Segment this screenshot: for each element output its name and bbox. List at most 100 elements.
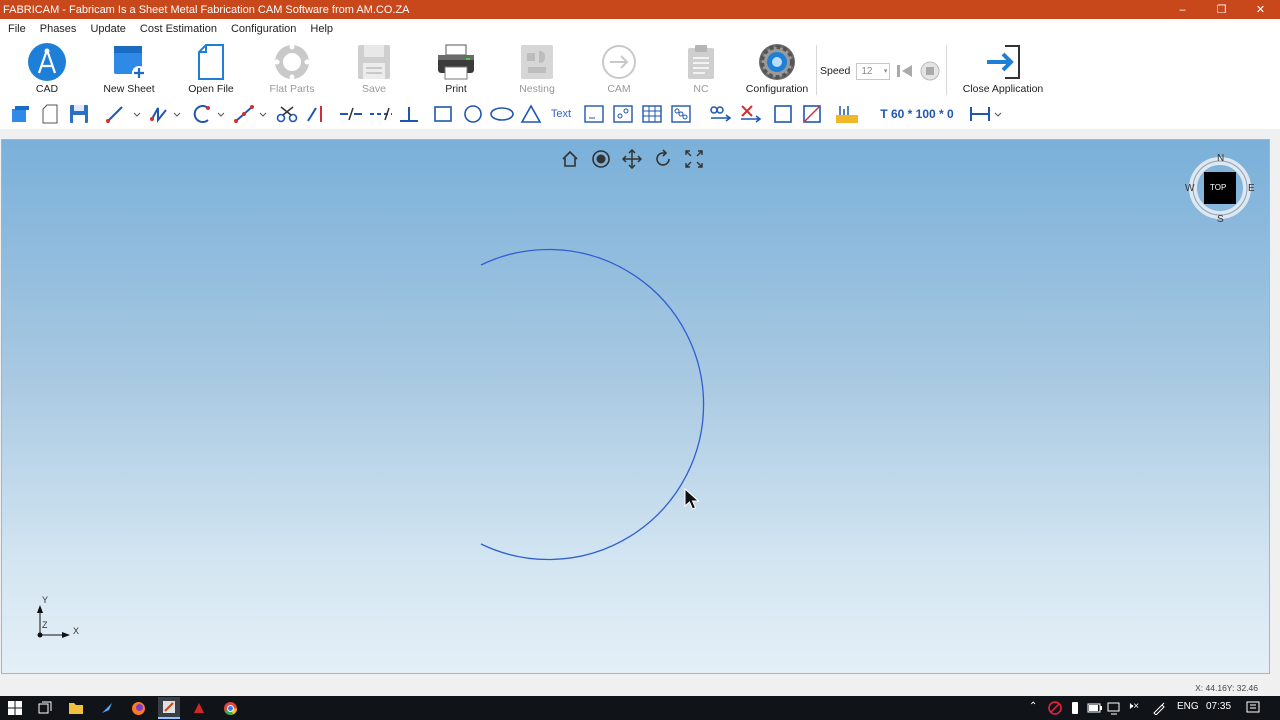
move-icon[interactable] [708, 103, 734, 125]
window-title: FABRICAM - Fabricam Is a Sheet Metal Fab… [3, 3, 410, 16]
security-tray-icon[interactable] [1046, 699, 1064, 717]
mouse-cursor-icon [684, 487, 700, 510]
sheet-dimensions[interactable]: T 60 * 100 * 0 [874, 103, 960, 125]
flat-parts-label: Flat Parts [269, 83, 315, 95]
circle-tool-icon[interactable] [461, 103, 485, 125]
spline-tool-icon[interactable] [232, 103, 270, 125]
close-application-label: Close Application [962, 83, 1044, 95]
firefox-icon[interactable] [129, 699, 147, 717]
ribbon: CAD New Sheet Open File Flat Parts Save … [0, 39, 1280, 99]
frame-icon[interactable] [583, 103, 605, 125]
compass-north: N [1217, 153, 1225, 164]
fabricam-taskbar-icon[interactable] [158, 697, 180, 719]
menu-configuration[interactable]: Configuration [225, 23, 302, 35]
extend-tool-icon[interactable] [304, 103, 326, 125]
grid-array-icon[interactable] [641, 103, 663, 125]
configuration-button[interactable]: Configuration [741, 41, 813, 97]
usb-tray-icon[interactable] [1066, 699, 1084, 717]
new-sheet-icon [114, 46, 146, 80]
configuration-label: Configuration [745, 83, 809, 95]
stop-icon[interactable] [920, 61, 940, 81]
close-window-button[interactable]: ✕ [1241, 0, 1280, 19]
axis-z-label: Z [42, 620, 48, 630]
dash-line-icon[interactable] [368, 103, 394, 125]
view-top-label[interactable]: TOP [1210, 183, 1226, 192]
menu-help[interactable]: Help [304, 23, 339, 35]
file-icon [198, 44, 224, 80]
status-bar: X: 44.16Y: 32.46 [0, 675, 1280, 696]
menu-file[interactable]: File [2, 23, 32, 35]
new-sheet-button[interactable]: New Sheet [93, 41, 165, 97]
nc-button[interactable]: NC [665, 41, 737, 97]
arc-entity[interactable] [480, 248, 705, 561]
layers-icon[interactable] [10, 103, 30, 125]
cam-button[interactable]: CAM [583, 41, 655, 97]
delete-move-icon[interactable] [738, 103, 764, 125]
cad-viewport[interactable]: N S E W TOP Y Z X [1, 139, 1270, 674]
perpendicular-icon[interactable] [398, 103, 420, 125]
view-cube-compass[interactable]: N S E W TOP [1184, 152, 1256, 225]
open-file-small-icon[interactable] [40, 103, 60, 125]
rectangle-tool-icon[interactable] [432, 103, 454, 125]
pdf-app-icon[interactable] [190, 699, 208, 717]
file-explorer-icon[interactable] [67, 699, 85, 717]
close-application-button[interactable]: Close Application [962, 41, 1044, 97]
axis-y-label: Y [42, 595, 49, 605]
flat-parts-button[interactable]: Flat Parts [256, 41, 328, 97]
cad-label: CAD [35, 83, 59, 95]
speed-select[interactable]: 12 ▾ [856, 62, 891, 80]
cam-label: CAM [607, 83, 631, 95]
battery-tray-icon[interactable] [1086, 699, 1104, 717]
cursor-coordinates: X: 44.16Y: 32.46 [1195, 683, 1258, 693]
polyline-tool-icon[interactable] [148, 103, 186, 125]
menu-update[interactable]: Update [84, 23, 131, 35]
triangle-tool-icon[interactable] [519, 103, 543, 125]
compass-east: E [1248, 183, 1255, 194]
sheet-measure-icon[interactable] [834, 103, 860, 125]
chrome-icon[interactable] [221, 699, 239, 717]
pattern-icon[interactable] [670, 103, 692, 125]
windows-taskbar: ⌃ 🕨× ENG 07:35 [0, 696, 1280, 720]
network-tray-icon[interactable] [1106, 699, 1124, 717]
compass-west: W [1185, 183, 1195, 194]
scissors-icon[interactable] [276, 103, 298, 125]
save-small-icon[interactable] [68, 103, 90, 125]
line-tool-icon[interactable] [104, 103, 142, 125]
save-button[interactable]: Save [338, 41, 410, 97]
text-tool-button[interactable]: Text [547, 103, 575, 125]
task-view-icon[interactable] [36, 699, 54, 717]
diagonal-select-icon[interactable] [801, 103, 823, 125]
clipboard-icon [688, 45, 714, 79]
arc-tool-icon[interactable] [190, 103, 228, 125]
volume-muted-icon[interactable]: 🕨× [1127, 701, 1139, 712]
speed-value: 12 [861, 65, 873, 77]
nesting-icon [521, 45, 553, 79]
pen-tray-icon[interactable] [1150, 699, 1168, 717]
axis-x-label: X [73, 626, 80, 636]
nc-label: NC [693, 83, 709, 95]
windows-start-icon[interactable] [6, 699, 24, 717]
arrow-circle-icon [602, 45, 636, 79]
break-tool-icon[interactable] [338, 103, 364, 125]
nesting-button[interactable]: Nesting [501, 41, 573, 97]
nesting-label: Nesting [519, 83, 555, 95]
notifications-icon[interactable] [1244, 699, 1262, 717]
minimize-button[interactable]: – [1163, 0, 1202, 19]
chevron-up-icon[interactable]: ⌃ [1029, 701, 1037, 712]
language-indicator[interactable]: ENG [1177, 701, 1199, 712]
ellipse-tool-icon[interactable] [489, 103, 515, 125]
square-select-icon[interactable] [772, 103, 794, 125]
title-bar: FABRICAM - Fabricam Is a Sheet Metal Fab… [0, 0, 1280, 19]
menu-cost-estimation[interactable]: Cost Estimation [134, 23, 223, 35]
step-back-icon[interactable] [896, 63, 914, 79]
clock[interactable]: 07:35 [1206, 701, 1231, 712]
cad-button[interactable]: CAD [11, 41, 83, 97]
restore-button[interactable]: ❐ [1202, 0, 1241, 19]
open-file-button[interactable]: Open File [175, 41, 247, 97]
dimension-tool-icon[interactable] [968, 103, 1004, 125]
print-button[interactable]: Print [420, 41, 492, 97]
menu-phases[interactable]: Phases [34, 23, 83, 35]
array-icon[interactable] [612, 103, 634, 125]
compass-drafting-icon [28, 43, 66, 81]
feather-app-icon[interactable] [98, 699, 116, 717]
